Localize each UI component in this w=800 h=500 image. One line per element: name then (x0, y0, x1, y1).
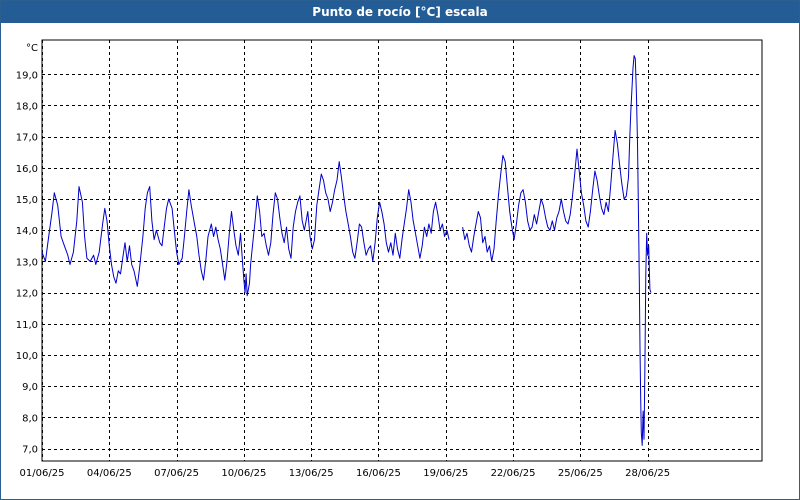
plot-area (41, 39, 763, 462)
x-axis: 01/06/25 04/06/25 07/06/25 10/06/25 13/06/25… (20, 468, 671, 479)
x-tick-label: 04/06/25 (87, 468, 132, 479)
x-tick-label: 13/06/25 (289, 468, 334, 479)
y-tick-label: 18,0 (16, 101, 38, 112)
x-tick-label: 10/06/25 (221, 468, 266, 479)
y-axis: 7,0 8,0 9,0 10,0 11,0 12,0 13,0 14,0 15,0 16,0 17,… (16, 43, 38, 456)
plot-frame (41, 39, 763, 462)
y-tick-label: 16,0 (16, 164, 38, 175)
y-tick-label: 7,0 (22, 445, 38, 456)
y-tick-label: 11,0 (16, 320, 38, 331)
x-tick-label: 19/06/25 (423, 468, 468, 479)
y-tick-label: 17,0 (16, 133, 38, 144)
x-tick-label: 28/06/25 (625, 468, 670, 479)
y-axis-unit-label: °C (26, 43, 38, 54)
x-tick-label: 22/06/25 (491, 468, 536, 479)
y-tick-label: 15,0 (16, 195, 38, 206)
y-tick-label: 10,0 (16, 351, 38, 362)
y-tick-label: 14,0 (16, 226, 38, 237)
chart-window: Punto de rocío [°C] escala 7,0 8,0 9,0 10,0… (0, 0, 800, 500)
y-tick-label: 12,0 (16, 289, 38, 300)
x-tick-label: 16/06/25 (356, 468, 401, 479)
y-tick-label: 13,0 (16, 257, 38, 268)
y-tick-label: 19,0 (16, 70, 38, 81)
x-tick-label: 01/06/25 (20, 468, 65, 479)
dew-point-chart: 7,0 8,0 9,0 10,0 11,0 12,0 13,0 14,0 15,0 16,0 17,… (16, 39, 763, 479)
x-tick-label: 07/06/25 (154, 468, 199, 479)
x-tick-label: 25/06/25 (558, 468, 603, 479)
y-tick-label: 9,0 (22, 382, 38, 393)
window-title: Punto de rocío [°C] escala (1, 1, 799, 23)
y-tick-label: 8,0 (22, 413, 38, 424)
